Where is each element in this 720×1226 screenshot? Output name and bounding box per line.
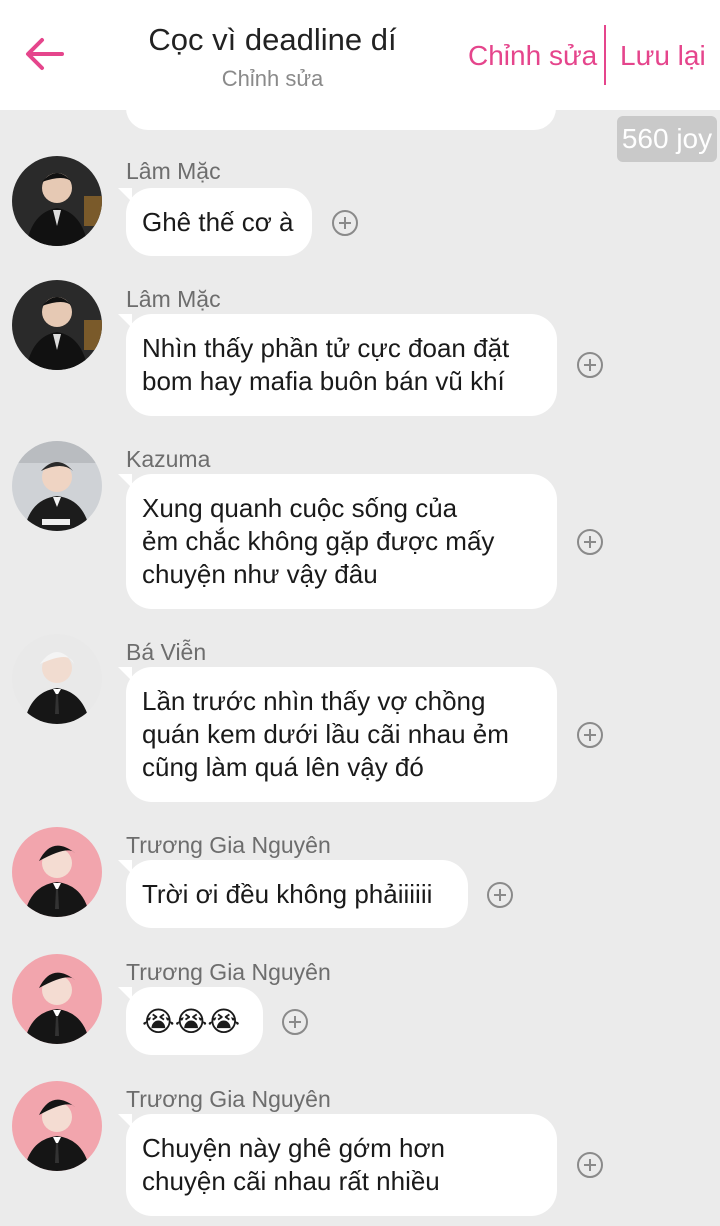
message-line: quán kem dưới lầu cãi nhau ẻm [142,719,509,749]
save-button[interactable]: Lưu lại [620,40,706,72]
message-line: chuyện như vậy đâu [142,559,378,589]
add-reaction-icon[interactable] [281,1008,309,1036]
message-bubble[interactable]: 😭😭😭 [118,987,263,1055]
chat-message: Kazuma Xung quanh cuộc sống của ẻm chắc … [0,440,720,612]
avatar[interactable] [12,954,102,1044]
sender-name: Kazuma [126,446,211,472]
message-bubble[interactable]: Ghê thế cơ à [118,188,312,256]
back-arrow-icon[interactable] [22,34,66,74]
chat-title: Cọc vì deadline dí [148,22,397,57]
sender-name: Bá Viễn [126,639,207,665]
message-line: Trời ơi đều không phảiiiiii [142,878,433,909]
message-line: Nhìn thấy phần tử cực đoan đặt [142,333,510,363]
chat-message: Trương Gia Nguyên Chuyện này ghê gớm hơn… [0,1080,720,1226]
sender-name: Trương Gia Nguyên [126,1086,331,1112]
chat-message: Bá Viễn Lần trước nhìn thấy vợ chồng quá… [0,633,720,805]
chat-message: Trương Gia Nguyên Trời ơi đều không phải… [0,826,720,934]
message-bubble[interactable]: Nhìn thấy phần tử cực đoan đặt bom hay m… [118,314,557,416]
message-line: Chuyện này ghê gớm hơn [142,1133,445,1163]
avatar[interactable] [12,441,102,531]
message-line: cũng làm quá lên vậy đó [142,752,424,782]
add-reaction-icon[interactable] [576,528,604,556]
message-line: Ghê thế cơ à [142,206,294,237]
add-reaction-icon[interactable] [576,1151,604,1179]
header-divider [604,25,606,85]
sender-name: Lâm Mặc [126,286,221,312]
add-reaction-icon[interactable] [486,881,514,909]
chat-subtitle: Chỉnh sửa [221,66,324,91]
avatar[interactable] [12,1081,102,1171]
edit-button[interactable]: Chỉnh sửa [468,40,597,72]
sender-name: Trương Gia Nguyên [126,832,331,858]
message-line: 😭😭😭 [142,1005,241,1037]
message-bubble[interactable]: Xung quanh cuộc sống của ẻm chắc không g… [118,474,557,609]
message-line: ẻm chắc không gặp được mấy [142,526,495,556]
sender-name: Trương Gia Nguyên [126,959,331,985]
message-bubble[interactable]: Chuyện này ghê gớm hơn chuyện cãi nhau r… [118,1114,557,1216]
chat-message: Lâm Mặc Ghê thế cơ à [0,152,720,262]
avatar[interactable] [12,827,102,917]
sender-name: Lâm Mặc [126,158,221,184]
add-reaction-icon[interactable] [331,209,359,237]
message-line: chuyện cãi nhau rất nhiều [142,1166,440,1196]
message-line: Xung quanh cuộc sống của [142,493,458,523]
message-bubble[interactable]: Lần trước nhìn thấy vợ chồng quán kem dư… [118,667,557,802]
avatar[interactable] [12,280,102,370]
message-line: Lần trước nhìn thấy vợ chồng [142,686,486,716]
top-bar: Cọc vì deadline dí Chỉnh sửa Chỉnh sửa L… [0,0,720,110]
message-line: bom hay mafia buôn bán vũ khí [142,366,505,396]
avatar[interactable] [12,634,102,724]
add-reaction-icon[interactable] [576,721,604,749]
chat-message: Trương Gia Nguyên 😭😭😭 [0,953,720,1061]
add-reaction-icon[interactable] [576,351,604,379]
avatar[interactable] [12,156,102,246]
message-bubble[interactable]: Trời ơi đều không phảiiiiii [118,860,468,928]
chat-message: Lâm Mặc Nhìn thấy phần tử cực đoan đặt b… [0,280,720,420]
